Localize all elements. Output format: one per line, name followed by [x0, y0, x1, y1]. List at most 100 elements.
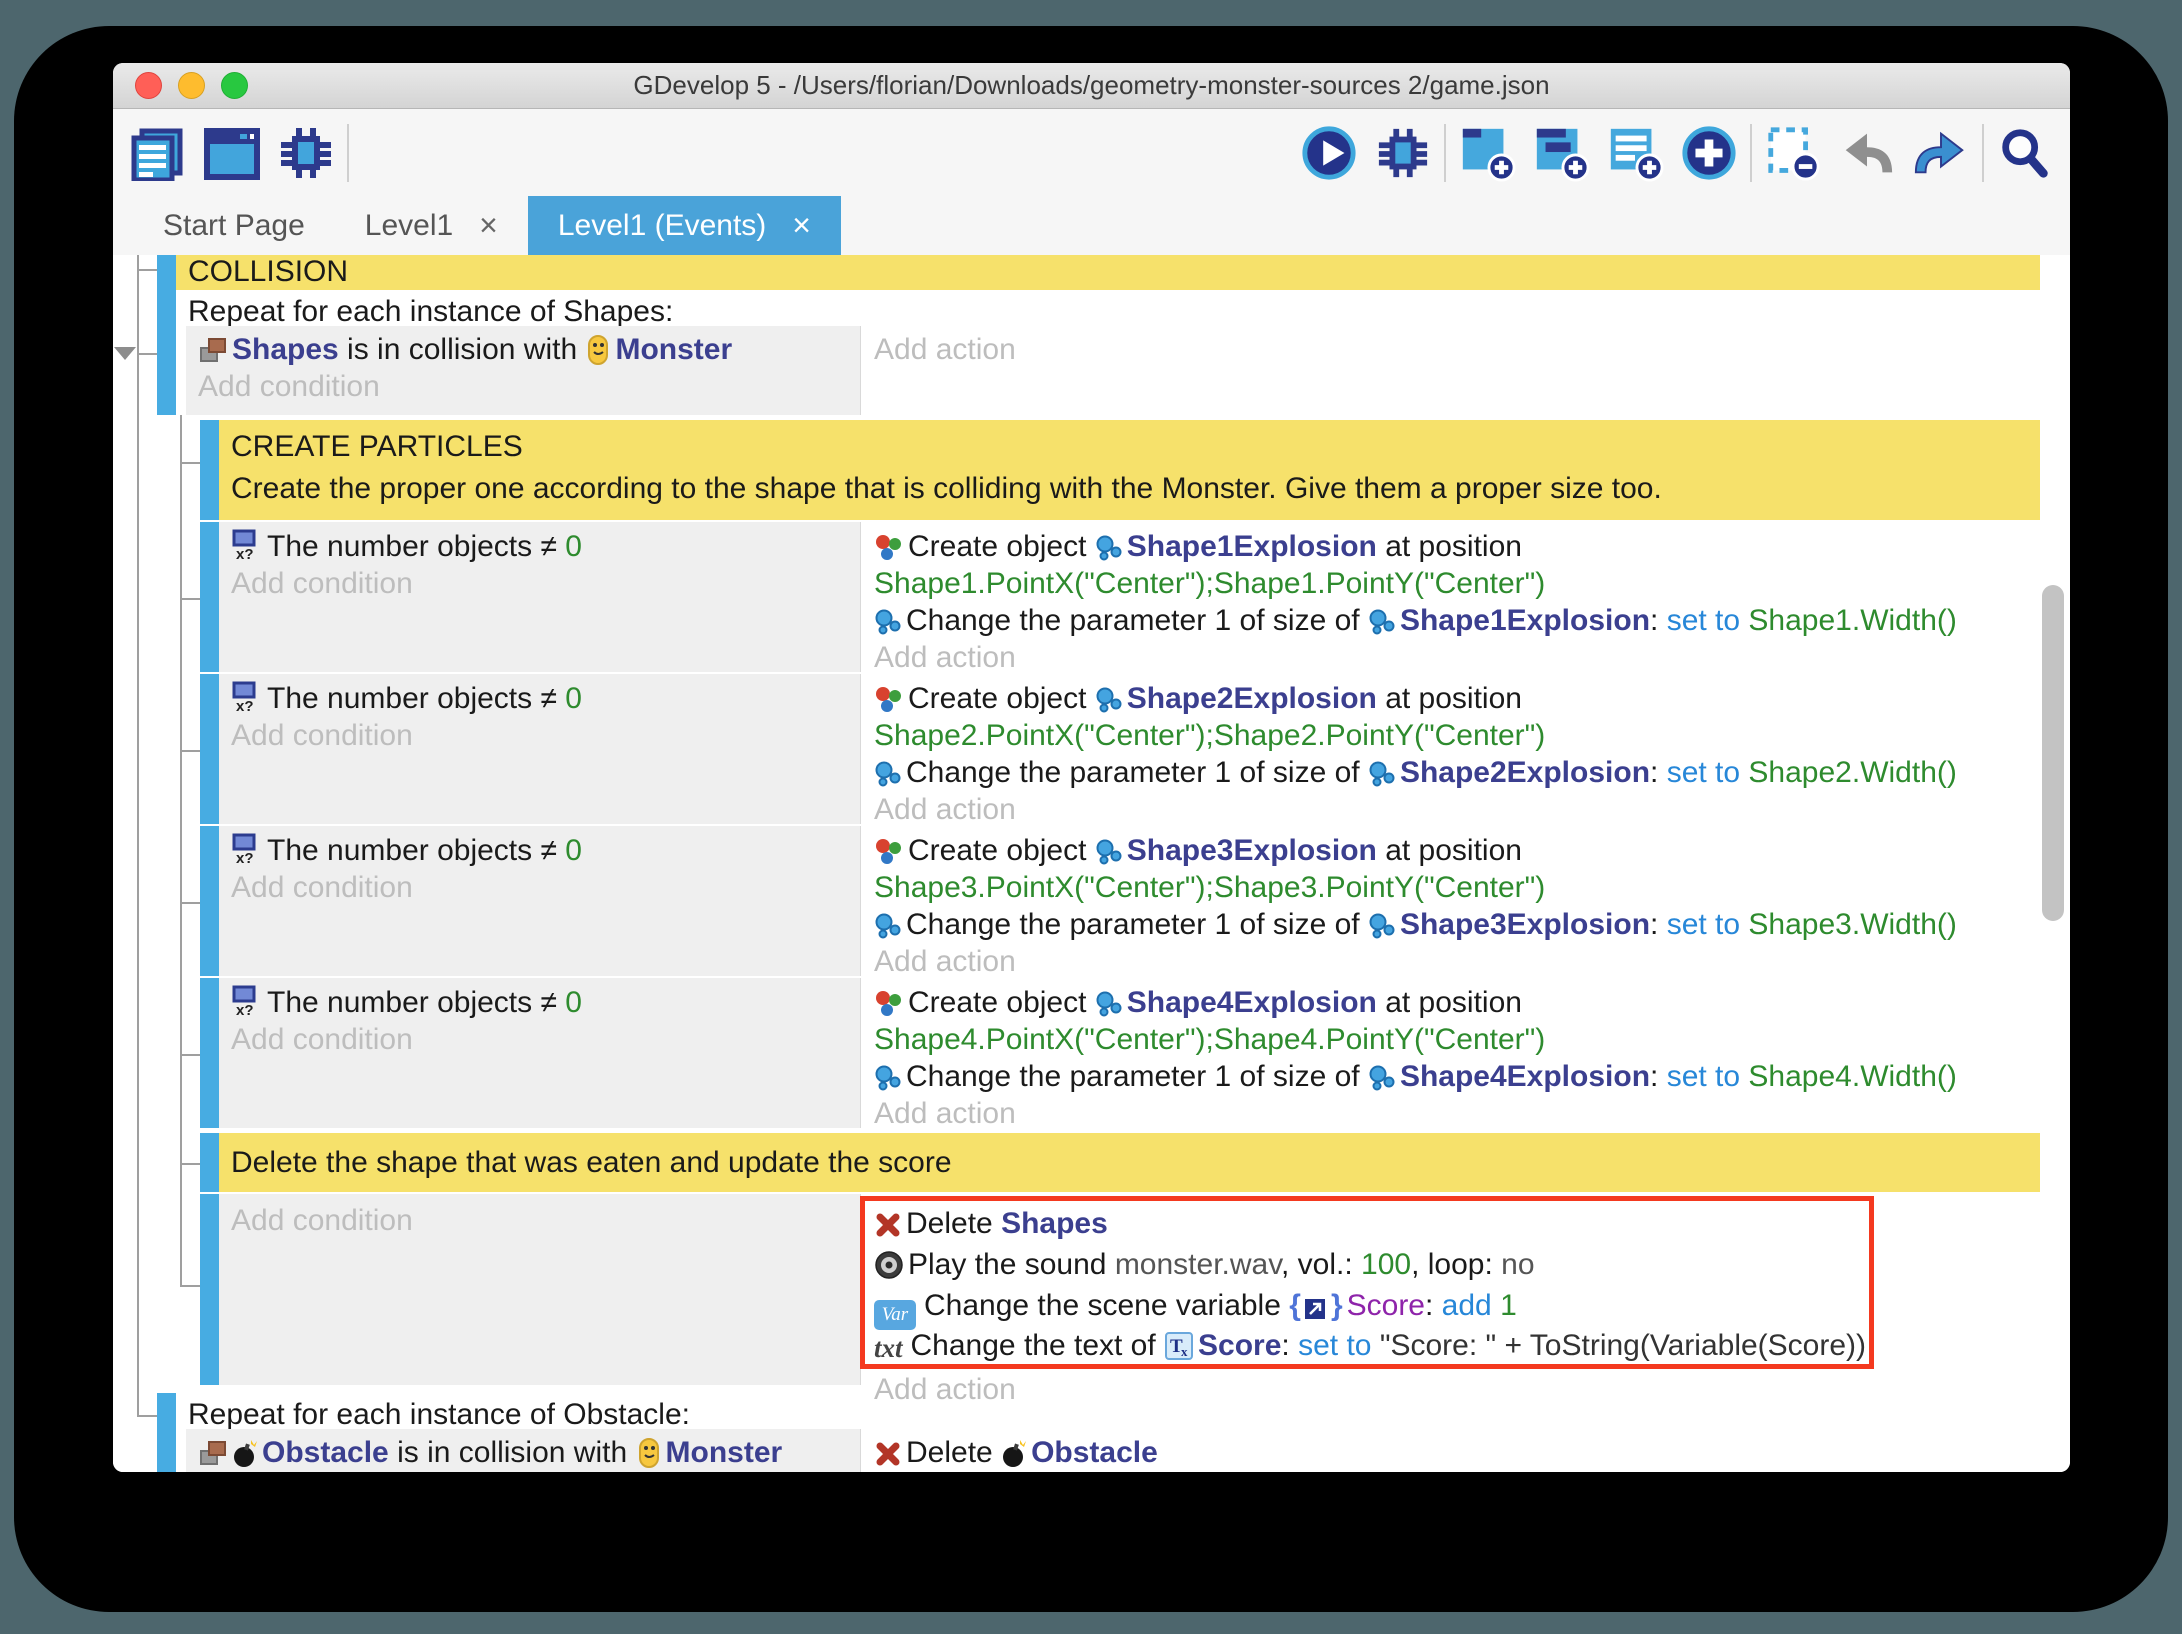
add-action-link[interactable]: Add action [874, 791, 1016, 828]
add-event-icon[interactable] [1458, 124, 1516, 182]
shapes-object-icon [198, 1438, 228, 1472]
add-action-link[interactable]: Add action [874, 943, 1016, 980]
action-text: Delete [906, 1436, 1001, 1469]
condition-row[interactable]: Obstacle is in collision with Monster [198, 1434, 782, 1472]
tab-label: Start Page [163, 209, 305, 243]
position-expression[interactable]: Shape3.PointX("Center");Shape3.PointY("C… [874, 869, 1545, 906]
tab-level1-events[interactable]: Level1 (Events) × [528, 196, 841, 255]
traffic-lights [135, 72, 248, 99]
play-preview-icon[interactable] [1300, 124, 1358, 182]
event-bar [200, 420, 219, 520]
condition-value: 0 [565, 530, 582, 563]
conditions-cell: x?The number objects ≠ 0 Add condition [219, 826, 860, 976]
shape-sub-events: x?The number objects ≠ 0 Add condition C… [113, 522, 2040, 1130]
add-condition-link[interactable]: Add condition [231, 1202, 413, 1239]
action-text: Change the parameter 1 of size of [906, 908, 1368, 941]
close-window-button[interactable] [135, 72, 162, 99]
sub-event: x?The number objects ≠ 0 Add condition C… [113, 522, 2040, 672]
remove-selection-icon[interactable] [1764, 124, 1822, 182]
monster-object-icon [585, 335, 611, 374]
close-tab-icon[interactable]: × [792, 207, 811, 244]
add-action-link[interactable]: Add action [874, 331, 1016, 368]
toolbar [113, 109, 2070, 196]
particle-object-icon [1368, 760, 1396, 797]
action-text: : [1650, 1060, 1667, 1093]
tab-label: Level1 [365, 209, 453, 243]
add-condition-link[interactable]: Add condition [231, 717, 413, 754]
conditions-cell: x?The number objects ≠ 0 Add condition [219, 674, 860, 824]
conditions-cell: x?The number objects ≠ 0 Add condition [219, 978, 860, 1128]
minimize-window-button[interactable] [178, 72, 205, 99]
condition-value: 0 [565, 986, 582, 1019]
size-expression: Shape1.Width() [1748, 604, 1956, 637]
action-row-size[interactable]: Change the parameter 1 of size of Shape4… [874, 1058, 1957, 1101]
repeat-header[interactable]: Repeat for each instance of Obstacle: [188, 1396, 690, 1433]
actions-cell: Create object Shape3Explosion at positio… [860, 826, 2040, 976]
conditions-cell: Obstacle is in collision with Monster [186, 1429, 860, 1472]
sub-event: x?The number objects ≠ 0 Add condition C… [113, 978, 2040, 1128]
position-expression[interactable]: Shape2.PointX("Center");Shape2.PointY("C… [874, 717, 1545, 754]
action-text: Change the parameter 1 of size of [906, 1060, 1368, 1093]
tab-start-page[interactable]: Start Page [133, 196, 335, 255]
window-title: GDevelop 5 - /Users/florian/Downloads/ge… [633, 70, 1549, 101]
operator-keyword: set to [1667, 756, 1740, 789]
repeat-header[interactable]: Repeat for each instance of Shapes: [188, 293, 673, 330]
comment-title: CREATE PARTICLES [231, 430, 523, 464]
conditions-cell: Add condition [219, 1194, 860, 1385]
actions-cell: Create object Shape2Explosion at positio… [860, 674, 2040, 824]
position-expression[interactable]: Shape1.PointX("Center");Shape1.PointY("C… [874, 565, 1545, 602]
object-name: Shape1Explosion [1400, 604, 1650, 637]
object-name: Shape2Explosion [1400, 756, 1650, 789]
action-row-size[interactable]: Change the parameter 1 of size of Shape3… [874, 906, 1957, 949]
action-row-delete[interactable]: Delete Obstacle [874, 1434, 1158, 1472]
neq-operator: ≠ [540, 682, 556, 715]
event-repeat-shapes: Repeat for each instance of Shapes: Shap… [113, 290, 2040, 415]
comment-particles[interactable]: CREATE PARTICLES Create the proper one a… [113, 420, 2040, 520]
redo-icon[interactable] [1912, 124, 1970, 182]
action-text: Create object [908, 986, 1095, 1019]
vertical-scrollbar-thumb[interactable] [2042, 585, 2064, 921]
tab-label: Level1 (Events) [558, 209, 766, 243]
operator-keyword: set to [1667, 1060, 1740, 1093]
sub-event: x?The number objects ≠ 0 Add condition C… [113, 826, 2040, 976]
close-tab-icon[interactable]: × [479, 207, 498, 244]
add-comment-icon[interactable] [1606, 124, 1664, 182]
titlebar: GDevelop 5 - /Users/florian/Downloads/ge… [113, 63, 2070, 109]
comment-bg: CREATE PARTICLES Create the proper one a… [219, 420, 2040, 520]
event-repeat-obstacle: Repeat for each instance of Obstacle: Ob… [113, 1393, 2040, 1472]
project-manager-icon[interactable] [129, 124, 187, 182]
svg-text:x?: x? [236, 1002, 254, 1018]
action-text: at position [1377, 834, 1522, 867]
add-condition-link[interactable]: Add condition [231, 1021, 413, 1058]
gdevelop-window: GDevelop 5 - /Users/florian/Downloads/ge… [113, 63, 2070, 1472]
comment-delete-shape[interactable]: Delete the shape that was eaten and upda… [113, 1133, 2040, 1192]
action-text: Create object [908, 834, 1095, 867]
search-icon[interactable] [1996, 124, 2054, 182]
add-condition-link[interactable]: Add condition [231, 565, 413, 602]
zoom-window-button[interactable] [221, 72, 248, 99]
action-text: at position [1377, 682, 1522, 715]
object-name: Monster [615, 333, 732, 366]
debugger-icon[interactable] [277, 124, 335, 182]
scene-editor-icon[interactable] [203, 124, 261, 182]
event-bar [200, 1194, 219, 1385]
debug-preview-icon[interactable] [1374, 124, 1432, 182]
comment-collision[interactable]: COLLISION [176, 255, 2040, 290]
action-row-size[interactable]: Change the parameter 1 of size of Shape2… [874, 754, 1957, 797]
object-name: Shape4Explosion [1400, 1060, 1650, 1093]
add-condition-link[interactable]: Add condition [198, 368, 380, 405]
add-sub-event-icon[interactable] [1532, 124, 1590, 182]
action-text: Create object [908, 530, 1095, 563]
undo-icon[interactable] [1838, 124, 1896, 182]
add-condition-link[interactable]: Add condition [231, 869, 413, 906]
event-bar [200, 826, 219, 976]
condition-value: 0 [565, 682, 582, 715]
position-expression[interactable]: Shape4.PointX("Center");Shape4.PointY("C… [874, 1021, 1545, 1058]
add-choose-icon[interactable] [1680, 124, 1738, 182]
add-action-link[interactable]: Add action [874, 639, 1016, 676]
actions-cell: Delete Obstacle [860, 1429, 2040, 1472]
action-text: Change the parameter 1 of size of [906, 604, 1368, 637]
action-row-size[interactable]: Change the parameter 1 of size of Shape1… [874, 602, 1957, 645]
add-action-link[interactable]: Add action [874, 1095, 1016, 1132]
tab-level1[interactable]: Level1 × [335, 196, 528, 255]
